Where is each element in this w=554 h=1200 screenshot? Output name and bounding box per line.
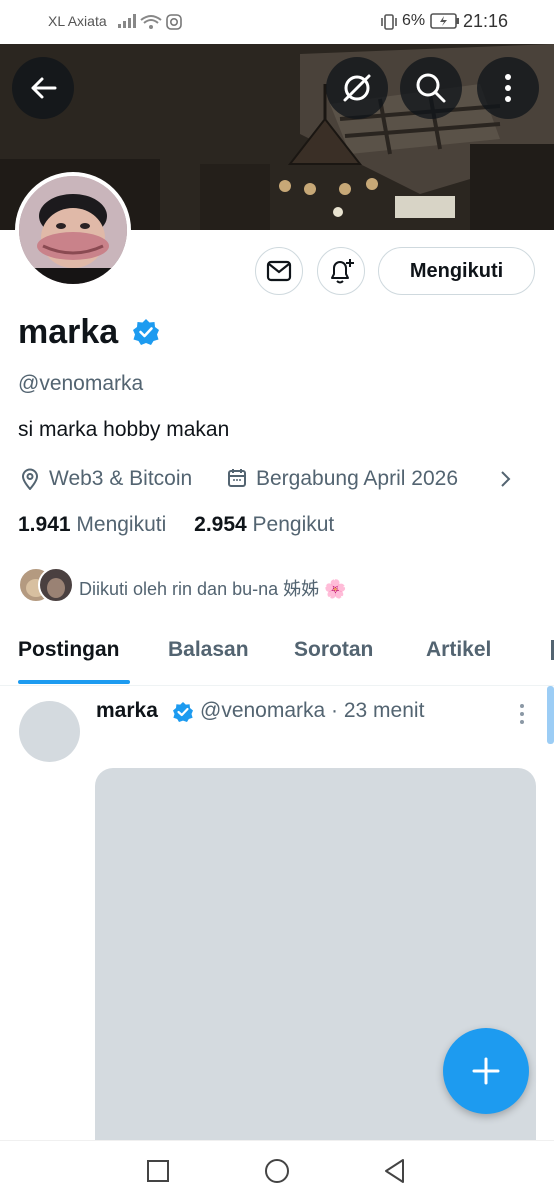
profile-location: Web3 & Bitcoin: [49, 467, 193, 490]
status-bar: XL Axiata 6% 21:16: [0, 0, 554, 44]
followers-label: Pengikut: [252, 513, 335, 536]
post-more-icon[interactable]: [518, 702, 526, 726]
follower-avatars: [18, 567, 74, 603]
following-label: Mengikuti: [76, 513, 167, 536]
signal-icon: [118, 14, 136, 28]
vibrate-icon: [381, 14, 397, 30]
profile-joined: Bergabung April 2026: [256, 467, 458, 490]
following-button[interactable]: Mengikuti: [378, 247, 535, 295]
wifi-icon: [140, 15, 162, 29]
profile-tabs: Postingan Balasan Sorotan Artikel: [0, 630, 554, 686]
post-verified-badge-icon: [173, 702, 193, 722]
compose-button[interactable]: [443, 1028, 529, 1114]
profile-avatar[interactable]: [15, 172, 131, 288]
followers-link[interactable]: 2.954 Pengikut: [194, 513, 334, 536]
followers-count: 2.954: [194, 513, 247, 536]
search-icon: [416, 73, 446, 103]
carrier-label: XL Axiata: [48, 13, 107, 29]
post-author-name[interactable]: marka: [96, 699, 158, 723]
following-link[interactable]: 1.941 Mengikuti: [18, 513, 166, 536]
profile-name: marka: [18, 313, 119, 351]
bell-plus-icon: [331, 259, 354, 284]
more-vertical-icon: [505, 74, 511, 102]
tab-sorotan[interactable]: Sorotan: [294, 638, 373, 662]
profile-handle: @venomarka: [18, 372, 144, 395]
search-button[interactable]: [400, 57, 462, 119]
system-nav-bar: [0, 1140, 554, 1200]
home-icon[interactable]: [263, 1157, 291, 1185]
clock: 21:16: [463, 11, 509, 31]
scrollbar-thumb[interactable]: [547, 686, 554, 744]
chevron-right-icon[interactable]: [500, 470, 512, 488]
battery-icon: [430, 13, 459, 29]
profile-bio: si marka hobby makan: [18, 418, 230, 441]
arrow-left-icon: [31, 77, 57, 99]
post-avatar[interactable]: [19, 701, 80, 762]
back-button[interactable]: [12, 57, 74, 119]
recent-apps-icon[interactable]: [146, 1159, 170, 1183]
post-meta: @venomarka · 23 menit: [200, 699, 425, 722]
calendar-icon: [228, 469, 246, 487]
following-count: 1.941: [18, 513, 71, 536]
plus-icon: [472, 1057, 500, 1085]
profile-stats: 1.941 Mengikuti 2.954 Pengikut: [18, 513, 334, 537]
active-tab-indicator: [18, 680, 130, 684]
mail-icon: [266, 260, 292, 282]
message-button[interactable]: [255, 247, 303, 295]
post-media-placeholder[interactable]: [95, 768, 536, 1188]
more-button[interactable]: [477, 57, 539, 119]
back-nav-icon[interactable]: [383, 1158, 407, 1184]
location-icon: [21, 468, 39, 490]
notify-button[interactable]: [317, 247, 365, 295]
verified-badge-icon: [133, 319, 159, 345]
tab-artikel[interactable]: Artikel: [426, 638, 491, 662]
avatar-photo: [19, 176, 127, 284]
battery-percent: 6%: [402, 12, 426, 29]
grok-button[interactable]: [326, 57, 388, 119]
slash-circle-icon: [343, 74, 371, 102]
instagram-icon: [166, 14, 182, 30]
tab-postingan[interactable]: Postingan: [18, 638, 120, 662]
followed-by-text: Diikuti oleh rin dan bu-na 姊姊 🌸: [79, 579, 347, 599]
tab-balasan[interactable]: Balasan: [168, 638, 249, 662]
